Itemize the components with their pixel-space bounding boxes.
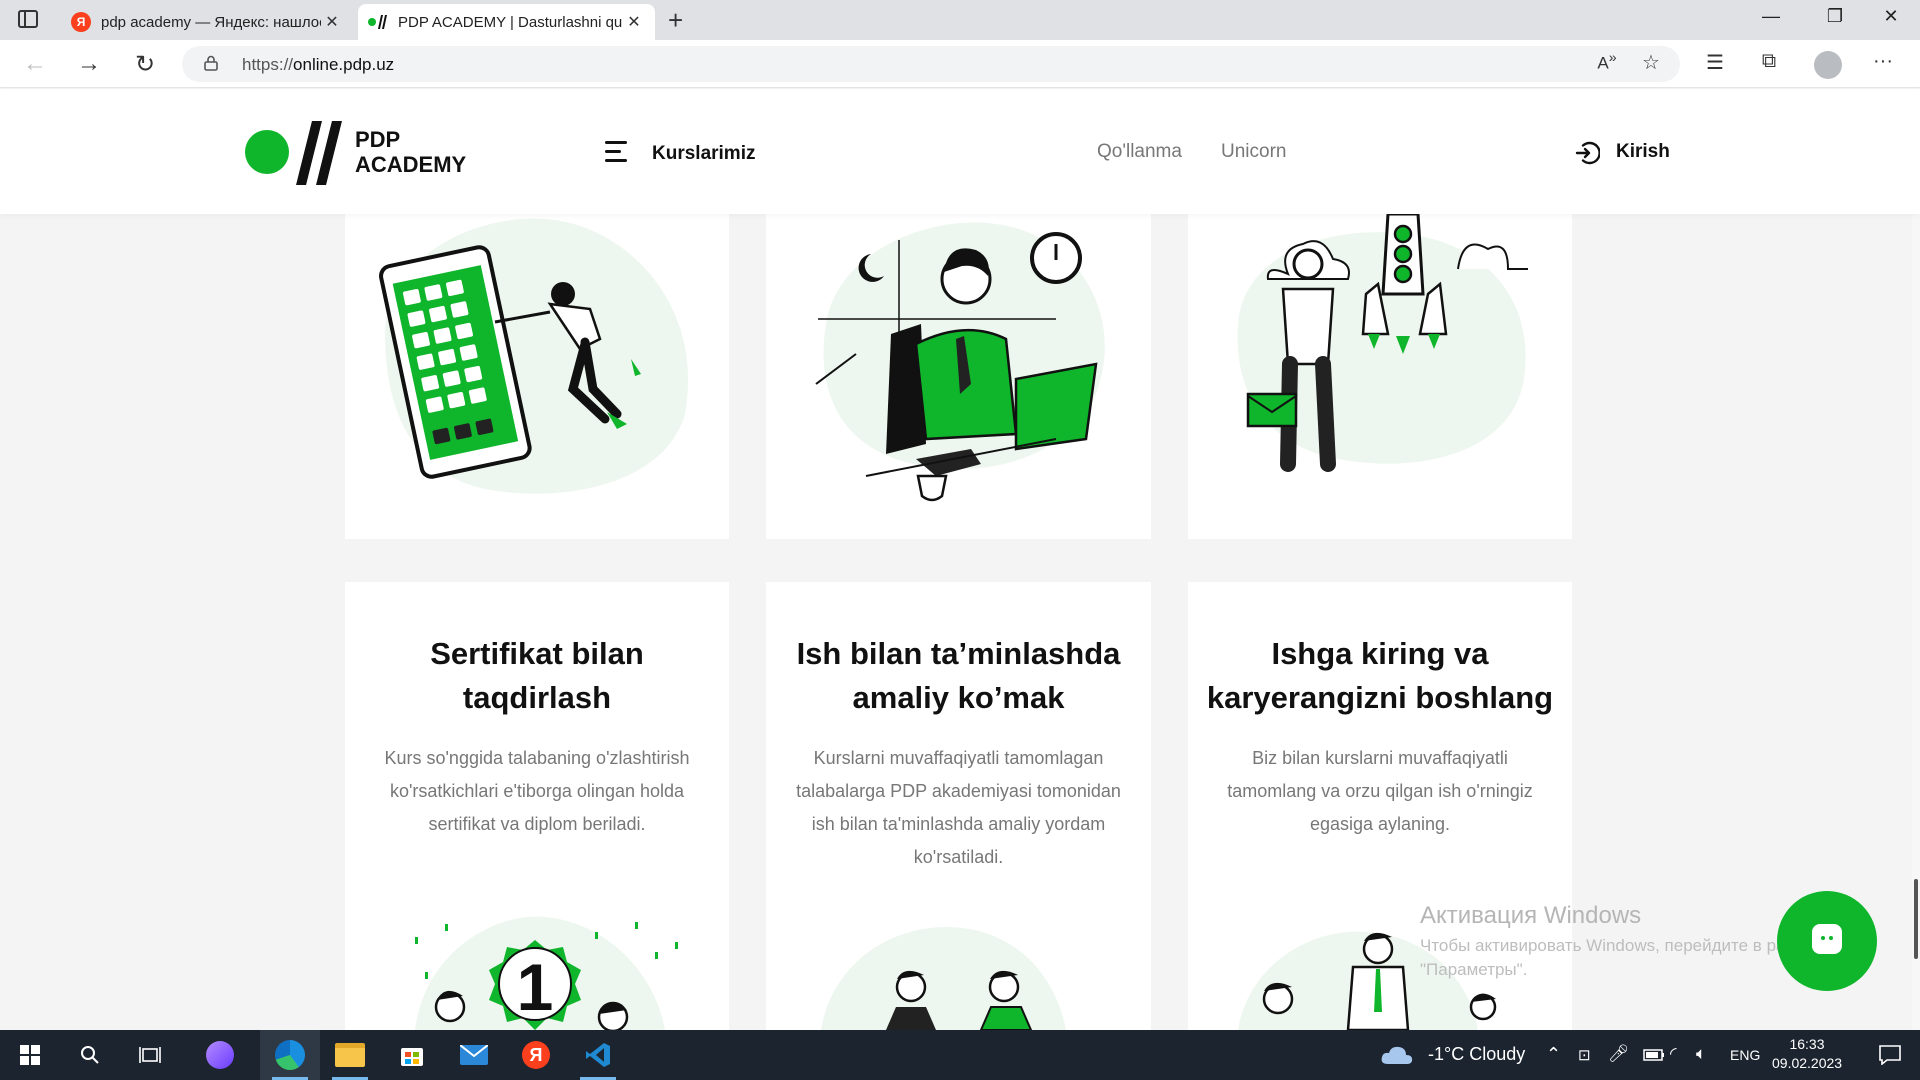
address-bar[interactable]: https://online.pdp.uz	[182, 46, 1680, 82]
weather-cloud-icon[interactable]	[1372, 1030, 1422, 1080]
feature-card-career	[1188, 214, 1572, 539]
site-header: PDP ACADEMY Kurslarimiz Qo'llanma Unicor…	[0, 89, 1920, 214]
feature-card-certificate: Sertifikat bilan taqdirlash Kurs so'nggid…	[345, 582, 729, 1030]
browser-tab-bar: Я pdp academy — Яндекс: нашлось ✕ PDP AC…	[0, 0, 1920, 40]
rocket-businessman-illustration	[1237, 214, 1528, 472]
chat-bubble-icon	[1812, 924, 1842, 954]
window-close-icon[interactable]: ✕	[1868, 6, 1914, 27]
card-description: Kurslarni muvaffaqiyatli tamomlagan tala…	[796, 748, 1121, 867]
device-icon[interactable]: ⊡	[1578, 1046, 1591, 1064]
chat-support-button[interactable]	[1777, 891, 1877, 991]
card-description: Kurs so'nggida talabaning o'zlashtirish …	[384, 748, 690, 834]
minimize-icon[interactable]: —	[1748, 6, 1794, 27]
vscode-icon[interactable]	[568, 1030, 628, 1080]
tab-title: PDP ACADEMY | Dasturlashni qu	[398, 13, 623, 31]
clock-time: 16:33	[1789, 1036, 1825, 1052]
feature-card-app	[345, 214, 729, 539]
alice-assistant-icon[interactable]	[190, 1030, 250, 1080]
feature-card-employment: Ish bilan ta’minlashda amaliy ko’mak Kurs…	[766, 582, 1151, 1030]
microsoft-store-icon[interactable]	[382, 1030, 442, 1080]
scrollbar-thumb[interactable]	[1914, 879, 1918, 959]
logo-line: PDP	[355, 127, 401, 152]
mail-icon[interactable]	[444, 1030, 504, 1080]
tab-actions-icon[interactable]	[18, 10, 38, 28]
close-tab-icon[interactable]: ✕	[321, 12, 343, 32]
profile-avatar[interactable]	[1814, 51, 1842, 79]
handshake-illustration	[821, 927, 1066, 1030]
edge-browser-icon[interactable]	[260, 1030, 320, 1080]
logo-dot	[245, 130, 289, 174]
clock[interactable]: 16:33 09.02.2023	[1772, 1036, 1842, 1071]
card-description: Biz bilan kurslarni muvaffaqiyatli tamom…	[1227, 748, 1533, 834]
yandex-icon: Я	[71, 12, 91, 32]
start-windows-icon[interactable]	[0, 1030, 60, 1080]
file-explorer-icon[interactable]	[320, 1030, 380, 1080]
logo-slash	[316, 121, 342, 185]
battery-icon[interactable]	[1634, 1030, 1674, 1080]
browser-toolbar: ← → ↻ https://online.pdp.uz A» ☆ ☰ ⧉ ···	[0, 40, 1920, 88]
card-title: Ishga kiring va karyerangizni boshlang	[1206, 636, 1554, 715]
pdp-favicon	[368, 12, 388, 32]
phone-app-illustration	[379, 218, 689, 494]
logo-text: PDP ACADEMY	[355, 127, 466, 177]
login-link[interactable]: Kirish	[1616, 141, 1670, 163]
forward-arrow-icon[interactable]: →	[74, 50, 104, 78]
reload-icon[interactable]: ↻	[130, 50, 160, 79]
feature-card-work	[766, 214, 1151, 539]
microphone-icon[interactable]: 🎤︎	[1608, 1044, 1630, 1064]
favorites-icon[interactable]: ☰	[1700, 50, 1730, 75]
new-tab-plus-icon[interactable]: +	[668, 5, 683, 36]
show-hidden-icons-chevron-icon[interactable]: ⌃	[1546, 1044, 1561, 1065]
restore-icon[interactable]: ❐	[1812, 6, 1858, 27]
nav-guide[interactable]: Qo'llanma	[1097, 141, 1182, 163]
back-arrow-icon[interactable]: ←	[20, 50, 50, 78]
tab-pdp-academy[interactable]: PDP ACADEMY | Dasturlashni qu ✕	[358, 4, 655, 40]
clock-date: 09.02.2023	[1772, 1055, 1843, 1071]
logo-line: ACADEMY	[355, 152, 467, 177]
office-worker-illustration	[815, 222, 1105, 502]
search-icon[interactable]	[60, 1030, 120, 1080]
tab-title: pdp academy — Яндекс: нашлось	[101, 13, 321, 31]
add-favorite-icon[interactable]: ☆	[1636, 50, 1666, 75]
url-text: https://online.pdp.uz	[242, 55, 395, 74]
wifi-icon[interactable]: ◜	[1670, 1044, 1677, 1064]
badge-number: 1	[517, 950, 554, 1024]
lock-icon	[204, 55, 218, 71]
collections-icon[interactable]: ⧉	[1754, 50, 1784, 73]
close-tab-icon[interactable]: ✕	[623, 12, 645, 32]
nav-courses[interactable]: Kurslarimiz	[652, 143, 755, 165]
certificate-award-illustration: 1	[415, 916, 678, 1030]
hamburger-menu-icon[interactable]	[605, 141, 627, 168]
windows-taskbar: Я -1°C Cloudy ⌃ ⊡ 🎤︎ ◜ 🔈︎ ENG 16:33 09.0…	[0, 1030, 1920, 1080]
windows-activation-title: Активация Windows	[1420, 902, 1642, 929]
nav-unicorn[interactable]: Unicorn	[1221, 141, 1286, 163]
language-indicator[interactable]: ENG	[1730, 1047, 1760, 1063]
more-menu-icon[interactable]: ···	[1868, 50, 1898, 73]
card-title: Sertifikat bilan taqdirlash	[430, 636, 644, 715]
yandex-browser-icon[interactable]: Я	[506, 1030, 566, 1080]
notifications-icon[interactable]	[1860, 1030, 1920, 1080]
page-scrollbar[interactable]	[1912, 214, 1920, 1030]
volume-icon[interactable]: 🔈︎	[1696, 1044, 1706, 1064]
read-aloud-icon[interactable]: A»	[1592, 50, 1622, 74]
weather-text[interactable]: -1°C Cloudy	[1428, 1044, 1525, 1065]
tab-yandex-search[interactable]: Я pdp academy — Яндекс: нашлось ✕	[61, 4, 353, 40]
task-view-icon[interactable]	[120, 1030, 180, 1080]
login-icon[interactable]	[1574, 140, 1600, 166]
card-title: Ish bilan ta’minlashda amaliy ko’mak	[796, 636, 1121, 715]
